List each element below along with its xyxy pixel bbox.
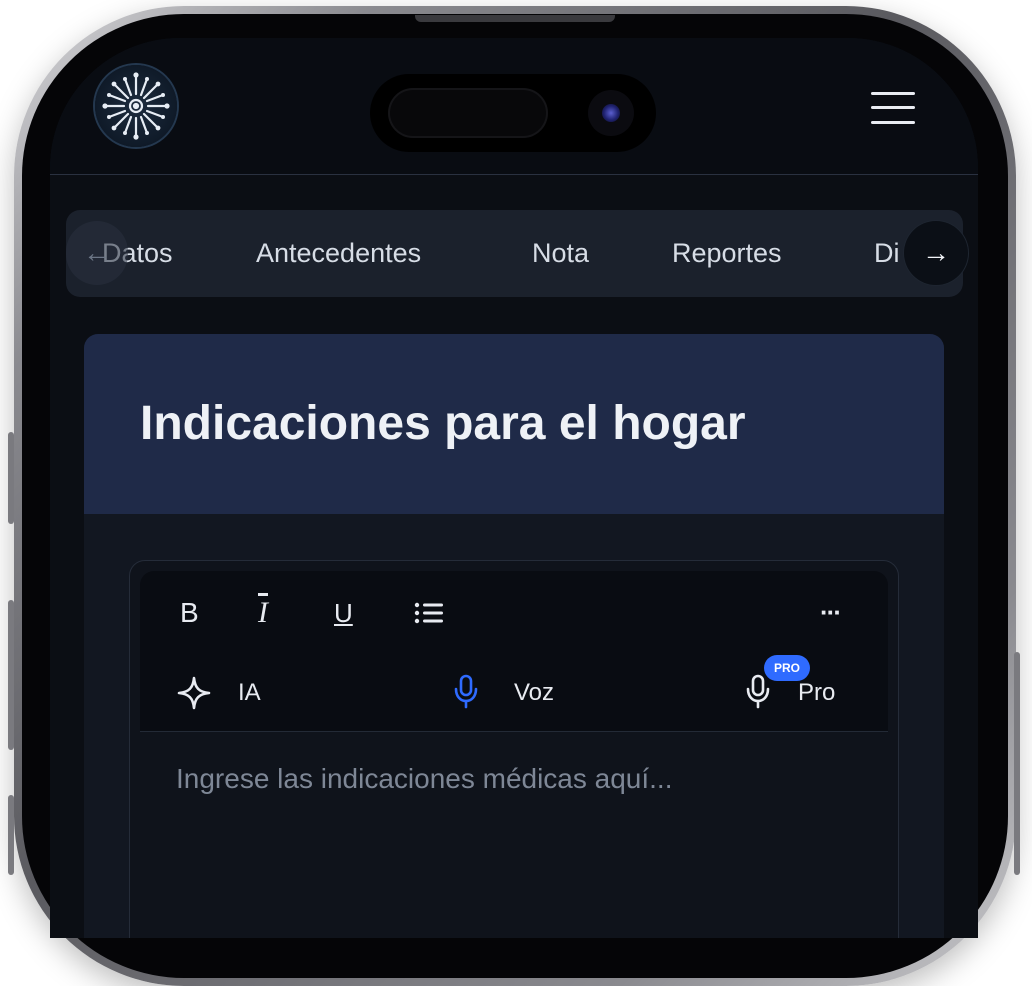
more-options-button[interactable]: ···	[820, 597, 856, 627]
tabs-scroll[interactable]: Datos Antecedentes Nota Reportes Di	[66, 210, 926, 297]
power-button-hw	[1014, 652, 1020, 875]
microphone-icon	[454, 674, 478, 709]
italic-button[interactable]: I	[258, 595, 288, 631]
screen: Datos Antecedentes Nota Reportes Di ← → …	[50, 38, 978, 938]
editor-toolbar: B I U ··· IA Voz Pro PRO	[140, 571, 888, 732]
app-header	[50, 38, 978, 175]
bold-button[interactable]: B	[180, 595, 210, 631]
front-camera	[588, 90, 634, 136]
home-instructions-card: Indicaciones para el hogar B I U ··· IA …	[84, 334, 944, 938]
menu-button[interactable]	[866, 86, 918, 130]
volume-down-button-hw	[8, 600, 14, 750]
card-title: Indicaciones para el hogar	[140, 397, 746, 450]
ai-button[interactable]: IA	[176, 673, 276, 713]
pro-badge: PRO	[764, 655, 810, 681]
tabs-bar: Datos Antecedentes Nota Reportes Di ← →	[66, 210, 968, 297]
card-header: Indicaciones para el hogar	[84, 334, 944, 514]
voice-label: Voz	[514, 679, 555, 706]
sparkle-icon	[177, 676, 211, 710]
tab-reportes[interactable]: Reportes	[672, 210, 782, 297]
underline-button[interactable]: U	[334, 595, 364, 631]
tab-nota[interactable]: Nota	[532, 210, 589, 297]
arrow-right-icon: →	[922, 237, 950, 268]
microphone-icon	[746, 674, 770, 709]
editor-content-area[interactable]: Ingrese las indicaciones médicas aquí...	[140, 731, 888, 938]
pro-label: Pro	[798, 679, 836, 706]
italic-icon: I	[258, 596, 268, 629]
ai-label: IA	[238, 679, 261, 706]
underline-icon: U	[334, 598, 353, 628]
more-icon: ···	[820, 597, 842, 627]
volume-up-button-hw	[8, 432, 14, 524]
bullet-list-button[interactable]	[412, 597, 446, 629]
bold-icon: B	[180, 597, 199, 628]
tabs-next-button[interactable]: →	[904, 221, 968, 285]
logo-icon[interactable]	[95, 65, 177, 147]
rich-text-editor: B I U ··· IA Voz Pro PRO Ingrese las ind…	[129, 560, 899, 938]
island-pill	[388, 88, 548, 138]
tab-antecedentes[interactable]: Antecedentes	[256, 210, 421, 297]
dynamic-island	[370, 74, 656, 152]
tab-di-truncated[interactable]: Di	[874, 210, 900, 297]
camera-lens	[602, 104, 620, 122]
editor-placeholder: Ingrese las indicaciones médicas aquí...	[176, 763, 673, 794]
speaker-slot	[415, 15, 615, 22]
tabs-prev-button[interactable]: ←	[66, 221, 128, 285]
voice-button[interactable]: Voz	[452, 671, 592, 715]
list-icon	[414, 602, 443, 624]
action-button-hw	[8, 795, 14, 875]
arrow-left-icon: ←	[83, 237, 111, 268]
